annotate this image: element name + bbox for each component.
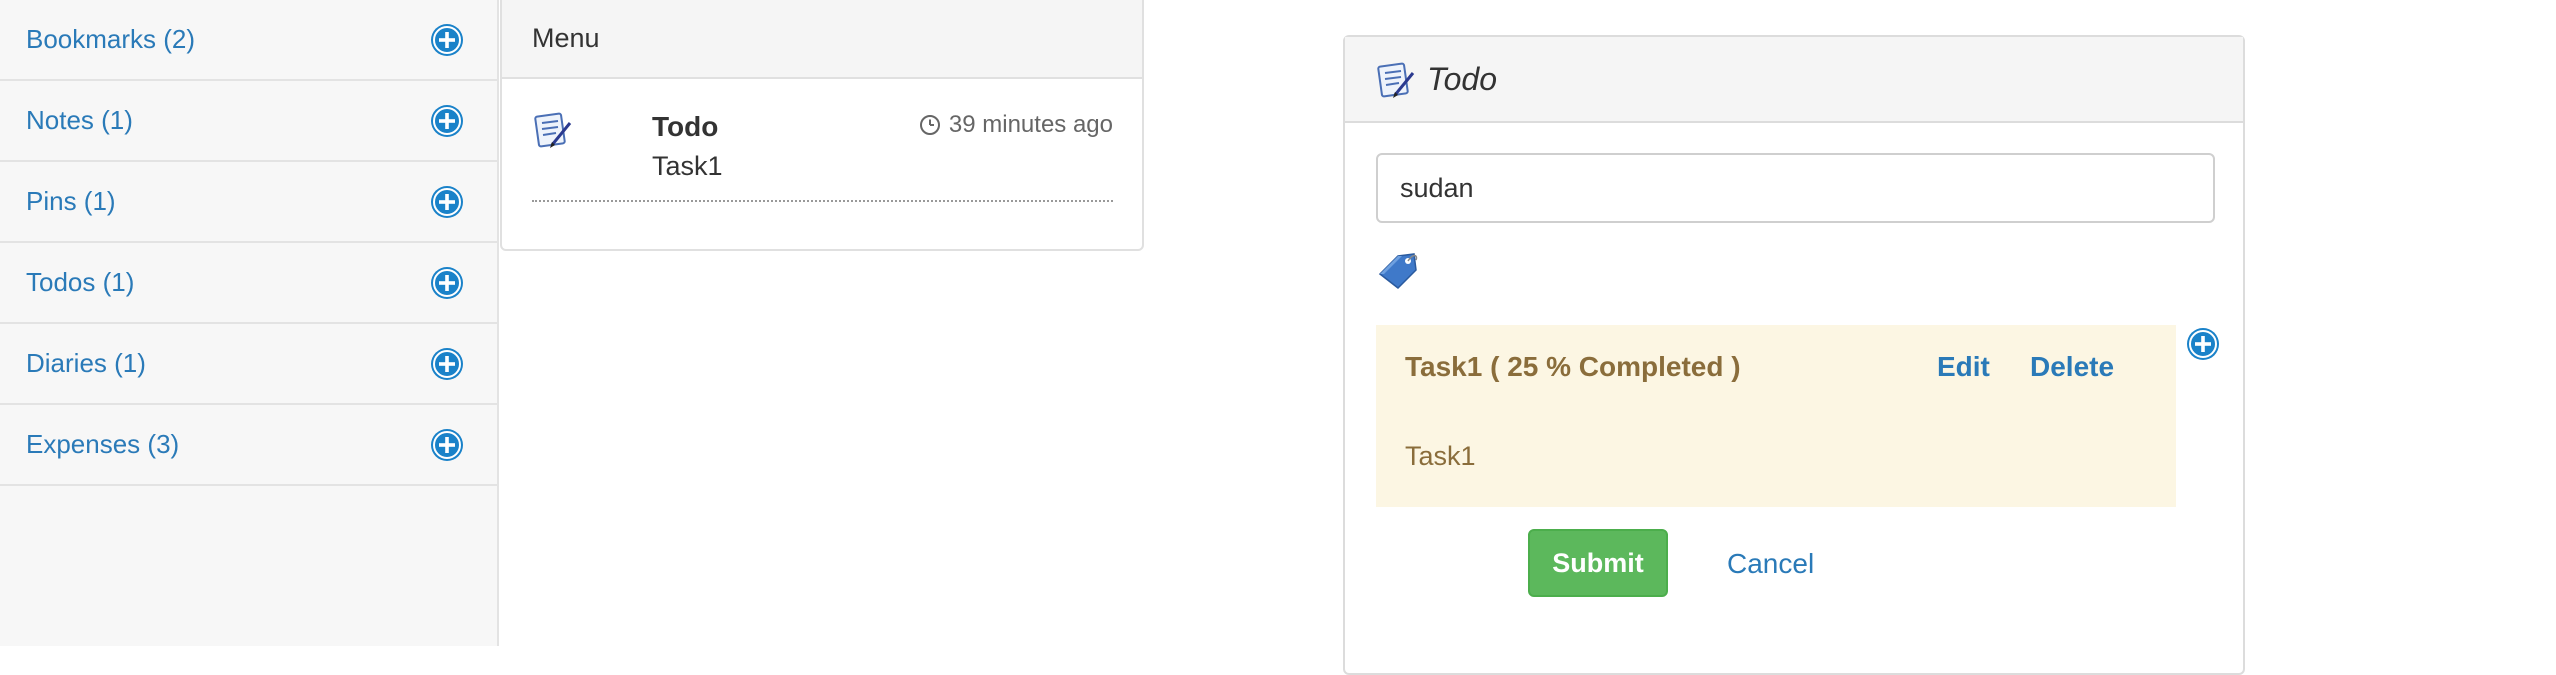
cancel-link[interactable]: Cancel <box>1727 548 1814 580</box>
add-task-button[interactable] <box>2186 327 2220 361</box>
entry-subtitle: Task1 <box>652 151 723 181</box>
plus-circle-icon[interactable] <box>430 266 464 300</box>
sidebar-item-todos[interactable]: Todos (1) <box>0 243 497 324</box>
plus-circle-icon[interactable] <box>430 428 464 462</box>
menu-entry-todo[interactable]: Todo Task1 39 minutes ago <box>502 79 1142 189</box>
sidebar-item-pins[interactable]: Pins (1) <box>0 162 497 243</box>
sidebar-item-label[interactable]: Bookmarks (2) <box>26 24 195 55</box>
sidebar-item-notes[interactable]: Notes (1) <box>0 81 497 162</box>
sidebar-item-diaries[interactable]: Diaries (1) <box>0 324 497 405</box>
entry-timestamp: 39 minutes ago <box>919 111 1113 139</box>
todo-title: Todo <box>1427 60 1497 97</box>
sidebar-item-label[interactable]: Diaries (1) <box>26 348 146 379</box>
todo-name-input[interactable] <box>1376 153 2215 223</box>
submit-button[interactable]: Submit <box>1528 529 1668 597</box>
todo-panel: Todo Task1 ( 25 % Completed ) Edit Delet… <box>1343 35 2245 675</box>
tag-icon[interactable] <box>1376 250 1420 294</box>
sidebar-item-label[interactable]: Todos (1) <box>26 267 134 298</box>
task-delete-link[interactable]: Delete <box>2030 351 2114 383</box>
sidebar-item-bookmarks[interactable]: Bookmarks (2) <box>0 0 497 81</box>
sidebar: Bookmarks (2) Notes (1) Pins (1) Todos (… <box>0 0 499 646</box>
sidebar-item-label[interactable]: Expenses (3) <box>26 429 179 460</box>
plus-circle-icon[interactable] <box>430 104 464 138</box>
entry-title[interactable]: Todo <box>652 111 718 143</box>
sidebar-item-label[interactable]: Notes (1) <box>26 105 133 136</box>
menu-header: Menu <box>502 0 1142 79</box>
todo-notepad-icon <box>534 112 572 148</box>
todo-notepad-icon <box>1377 62 1415 98</box>
entry-time-text: 39 minutes ago <box>948 111 1113 138</box>
plus-circle-icon[interactable] <box>430 23 464 57</box>
task-item: Task1 ( 25 % Completed ) Edit Delete Tas… <box>1376 325 2176 507</box>
task-body: Task1 <box>1405 441 1476 471</box>
plus-circle-icon[interactable] <box>430 185 464 219</box>
menu-title: Menu <box>532 23 600 53</box>
menu-divider <box>532 200 1113 202</box>
plus-circle-icon[interactable] <box>430 347 464 381</box>
sidebar-item-expenses[interactable]: Expenses (3) <box>0 405 497 486</box>
task-edit-link[interactable]: Edit <box>1937 351 1990 383</box>
task-heading: Task1 ( 25 % Completed ) <box>1405 351 1741 382</box>
todo-header: Todo <box>1345 37 2243 123</box>
sidebar-item-label[interactable]: Pins (1) <box>26 186 116 217</box>
clock-icon <box>919 115 940 135</box>
menu-panel: Menu Todo Task1 39 minutes ago <box>500 0 1144 251</box>
